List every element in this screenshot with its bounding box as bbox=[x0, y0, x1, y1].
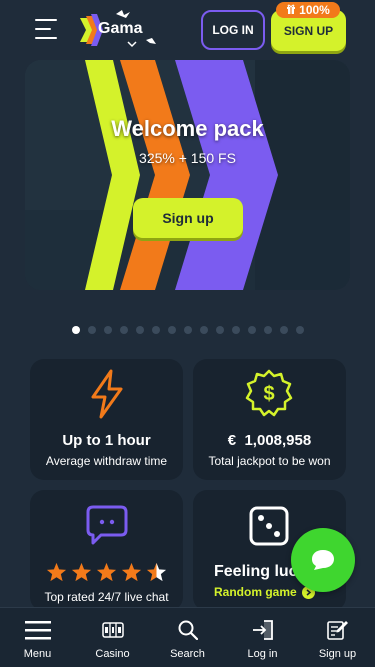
promo-banner[interactable]: Welcome pack 325% + 150 FS Sign up bbox=[25, 60, 350, 290]
nav-label-signup: Sign up bbox=[318, 648, 357, 660]
carousel-dot[interactable] bbox=[136, 326, 144, 334]
menu-button[interactable] bbox=[33, 19, 57, 41]
nav-item-signup[interactable]: Sign up bbox=[300, 608, 375, 667]
menu-line bbox=[35, 28, 51, 30]
carousel-dot[interactable] bbox=[104, 326, 112, 334]
nav-label-search: Search bbox=[170, 648, 205, 660]
carousel-dot[interactable] bbox=[248, 326, 256, 334]
login-button[interactable]: LOG IN bbox=[201, 10, 265, 50]
live-chat-card: Top rated 24/7 live chat bbox=[30, 490, 183, 611]
jackpot-amount: € 1,008,958 bbox=[193, 432, 346, 449]
slots-icon bbox=[100, 618, 126, 642]
chat-icon bbox=[312, 550, 334, 570]
dollar-badge-icon: $ bbox=[245, 369, 293, 417]
search-icon bbox=[175, 618, 201, 642]
carousel-dots bbox=[72, 326, 304, 334]
carousel-dot[interactable] bbox=[264, 326, 272, 334]
carousel-dot[interactable] bbox=[232, 326, 240, 334]
jackpot-currency: € bbox=[227, 432, 237, 449]
menu-line bbox=[35, 19, 57, 21]
nav-label-casino: Casino bbox=[95, 648, 130, 660]
svg-text:$: $ bbox=[263, 383, 274, 405]
jackpot-value: 1,008,958 bbox=[244, 432, 312, 449]
star-icon bbox=[46, 562, 67, 582]
star-icon bbox=[121, 562, 142, 582]
header: Gama LOG IN SIGN UP 100% bbox=[0, 0, 375, 60]
signup-icon bbox=[325, 618, 351, 642]
bottom-nav: Menu Casino Search Log in Sign up bbox=[0, 607, 375, 667]
banner-subtitle: 325% + 150 FS bbox=[139, 150, 236, 166]
login-icon bbox=[250, 618, 276, 642]
bonus-badge: 100% bbox=[276, 2, 340, 18]
carousel-dot[interactable] bbox=[184, 326, 192, 334]
carousel-dot[interactable] bbox=[216, 326, 224, 334]
badge-text: 100% bbox=[299, 3, 330, 17]
dice-icon bbox=[249, 506, 289, 546]
withdraw-title: Up to 1 hour bbox=[62, 432, 151, 449]
carousel-dot[interactable] bbox=[120, 326, 128, 334]
menu-icon bbox=[24, 618, 51, 642]
carousel-dot[interactable] bbox=[200, 326, 208, 334]
carousel-dot[interactable] bbox=[88, 326, 96, 334]
logo[interactable]: Gama bbox=[78, 10, 160, 50]
withdraw-card: Up to 1 hour Average withdraw time bbox=[30, 359, 183, 480]
nav-item-search[interactable]: Search bbox=[150, 608, 225, 667]
carousel-dot[interactable] bbox=[296, 326, 304, 334]
nav-item-login[interactable]: Log in bbox=[225, 608, 300, 667]
star-icon bbox=[146, 562, 167, 582]
lightning-icon bbox=[91, 369, 123, 419]
carousel-dot[interactable] bbox=[280, 326, 288, 334]
carousel-dot[interactable] bbox=[168, 326, 176, 334]
star-icon bbox=[96, 562, 117, 582]
logo-text: Gama bbox=[98, 20, 143, 37]
nav-label-login: Log in bbox=[247, 648, 278, 660]
carousel-dot[interactable] bbox=[72, 326, 80, 334]
chat-bubble-icon bbox=[86, 505, 128, 545]
menu-line bbox=[35, 37, 57, 39]
nav-item-casino[interactable]: Casino bbox=[75, 608, 150, 667]
random-game-link[interactable]: Random game bbox=[214, 585, 315, 599]
gift-icon bbox=[286, 4, 296, 17]
random-game-title: Feeling luc bbox=[214, 563, 298, 580]
nav-item-menu[interactable]: Menu bbox=[0, 608, 75, 667]
jackpot-desc: Total jackpot to be won bbox=[208, 454, 331, 468]
banner-signup-button[interactable]: Sign up bbox=[133, 198, 243, 238]
star-rating bbox=[46, 562, 171, 584]
withdraw-desc: Average withdraw time bbox=[45, 454, 168, 468]
nav-label-menu: Menu bbox=[23, 648, 52, 660]
random-game-label: Random game bbox=[214, 585, 297, 599]
banner-art bbox=[25, 60, 350, 290]
star-icon bbox=[71, 562, 92, 582]
live-chat-desc: Top rated 24/7 live chat bbox=[44, 590, 169, 604]
live-chat-button[interactable] bbox=[291, 528, 355, 592]
jackpot-card: $ € 1,008,958 Total jackpot to be won bbox=[193, 359, 346, 480]
carousel-dot[interactable] bbox=[152, 326, 160, 334]
banner-title: Welcome pack bbox=[111, 116, 264, 141]
